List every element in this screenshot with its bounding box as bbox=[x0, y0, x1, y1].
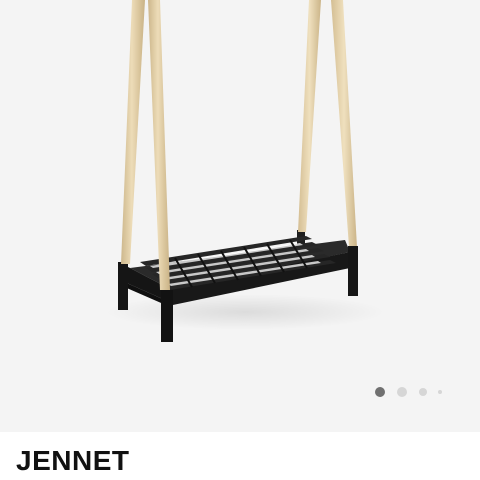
carousel-dot-1-active[interactable] bbox=[375, 387, 385, 397]
product-image-gallery[interactable] bbox=[0, 0, 480, 432]
carousel-dot-2[interactable] bbox=[397, 387, 407, 397]
product-title: JENNET bbox=[16, 445, 130, 476]
carousel-dot-4[interactable] bbox=[438, 390, 442, 394]
clothes-rack-image bbox=[105, 0, 385, 342]
carousel-dots bbox=[370, 386, 450, 398]
carousel-dot-3[interactable] bbox=[419, 388, 427, 396]
